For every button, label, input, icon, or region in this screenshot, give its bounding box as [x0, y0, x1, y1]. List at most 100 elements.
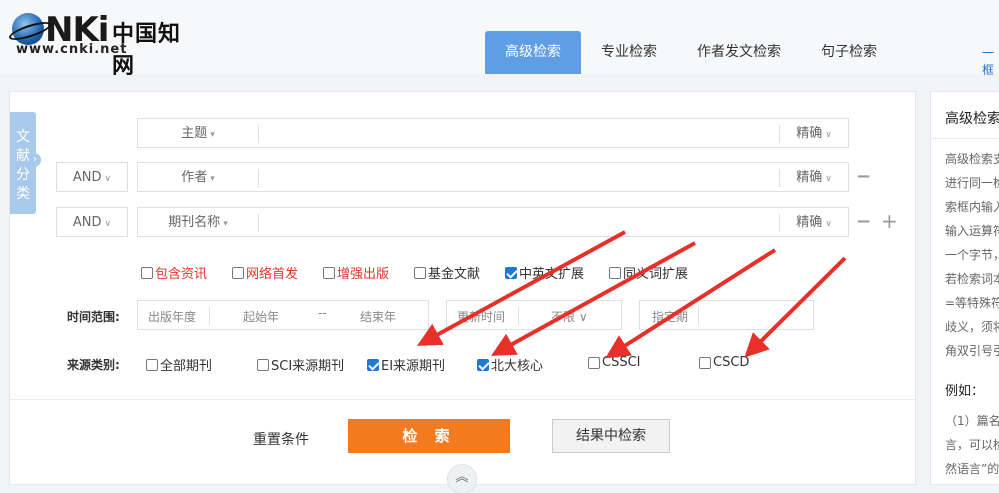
- source-label: SCI来源期刊: [271, 359, 345, 374]
- match-select-1[interactable]: 精确 ∨: [780, 119, 848, 149]
- caret-down-icon: ▾: [223, 219, 228, 229]
- advanced-search-panel: 文 献 分 类 › 主题 ▾ 精确 ∨ AND ∨ 作者 ▾ 精确 ∨ − AND ∨ 期刊…: [9, 91, 916, 493]
- help-line: 输入运算符: [945, 224, 999, 238]
- update-time-value: 不限: [551, 310, 576, 324]
- side-tab-char: 类: [16, 186, 30, 202]
- chevron-down-icon: ∨: [104, 174, 112, 184]
- checkbox-icon[interactable]: [588, 356, 600, 369]
- specified-period-input[interactable]: 指定期: [652, 308, 688, 325]
- literature-category-tab[interactable]: 文 献 分 类 ›: [10, 112, 41, 214]
- remove-row-2-icon[interactable]: −: [856, 166, 871, 187]
- checkbox-checked-icon[interactable]: [505, 266, 517, 279]
- checkbox-icon[interactable]: [257, 358, 269, 371]
- bool-label: AND: [72, 170, 102, 185]
- keyword-input-1[interactable]: [259, 119, 779, 149]
- match-label: 精确: [796, 126, 823, 141]
- source-all-journals[interactable]: 全部期刊: [146, 355, 212, 374]
- bool-select-2[interactable]: AND ∨: [56, 162, 128, 192]
- source-pku-core[interactable]: 北大核心: [477, 355, 543, 374]
- source-sci[interactable]: SCI来源期刊: [257, 355, 344, 374]
- time-range-box: 出版年度 起始年 -- 结束年: [137, 300, 429, 330]
- option-include-news[interactable]: 包含资讯: [141, 263, 207, 282]
- match-select-3[interactable]: 精确 ∨: [780, 208, 848, 238]
- help-title: 高级检索: [945, 111, 999, 127]
- option-fund-literature[interactable]: 基金文献: [414, 263, 480, 282]
- tab-advanced-search[interactable]: 高级检索: [485, 31, 581, 74]
- logo-url: www.cnki.net: [16, 42, 128, 57]
- collapse-up-icon[interactable]: ︽: [447, 464, 477, 493]
- checkbox-icon[interactable]: [699, 356, 711, 369]
- source-label: EI来源期刊: [381, 359, 446, 374]
- divider: [698, 307, 699, 325]
- side-tab-char: 分: [16, 167, 30, 183]
- checkbox-icon[interactable]: [232, 266, 244, 279]
- remove-row-3-icon[interactable]: −: [856, 211, 871, 232]
- pub-year-select[interactable]: 出版年度: [148, 308, 196, 325]
- update-time-select[interactable]: 不限 ∨: [551, 308, 588, 325]
- search-row-2: 作者 ▾ 精确 ∨: [137, 162, 849, 192]
- chevron-down-icon: ∨: [825, 130, 832, 140]
- field-label: 期刊名称: [168, 215, 221, 230]
- side-tab-char: 文: [16, 129, 30, 145]
- help-divider: [931, 138, 999, 139]
- checkbox-icon[interactable]: [146, 358, 158, 371]
- tab-author-search[interactable]: 作者发文检索: [677, 31, 801, 74]
- update-time-label: 更新时间: [457, 310, 506, 324]
- option-label: 增强出版: [337, 267, 390, 282]
- search-button[interactable]: 检 索: [348, 419, 510, 453]
- tab-single-box[interactable]: 一框: [982, 44, 999, 78]
- match-select-2[interactable]: 精确 ∨: [780, 163, 848, 193]
- bool-select-3[interactable]: AND ∨: [56, 207, 128, 237]
- source-category-label: 来源类别:: [67, 358, 120, 372]
- source-cssci[interactable]: CSSCI: [588, 355, 641, 370]
- help-line: 歧义，须将: [945, 320, 999, 334]
- cnki-logo[interactable]: NKi 中国知网 www.cnki.net: [12, 10, 197, 79]
- help-line: 角双引号引: [945, 344, 999, 358]
- help-panel: 高级检索 高级检索支 进行同一检 索框内输入 输入运算符 一个字节， 若检索词本…: [930, 91, 999, 485]
- help-example-title: 例如：: [945, 384, 985, 399]
- search-tabs: 高级检索 专业检索 作者发文检索 句子检索: [485, 31, 897, 74]
- specified-period-box: 指定期: [639, 300, 814, 330]
- source-label: CSSCI: [602, 355, 641, 370]
- field-select-1[interactable]: 主题 ▾: [138, 119, 258, 149]
- option-synonym-expand[interactable]: 同义词扩展: [609, 263, 688, 282]
- help-line: 然语言”的: [945, 462, 999, 476]
- help-line: =等特殊符: [945, 296, 999, 310]
- reset-button[interactable]: 重置条件: [253, 429, 309, 449]
- option-label: 同义词扩展: [623, 267, 689, 282]
- source-cscd[interactable]: CSCD: [699, 355, 749, 370]
- checkbox-icon[interactable]: [141, 266, 153, 279]
- keyword-input-2[interactable]: [259, 163, 779, 193]
- help-line: （1）篇名: [945, 414, 999, 428]
- add-row-icon[interactable]: +: [881, 209, 898, 233]
- field-label: 主题: [181, 126, 208, 141]
- help-line: 一个字节，: [945, 248, 999, 262]
- tab-professional-search[interactable]: 专业检索: [581, 31, 677, 74]
- option-cn-en-expand[interactable]: 中英文扩展: [505, 263, 584, 282]
- match-label: 精确: [796, 170, 823, 185]
- option-enhanced-publish[interactable]: 增强出版: [323, 263, 389, 282]
- checkbox-icon[interactable]: [323, 266, 335, 279]
- checkbox-checked-icon[interactable]: [477, 358, 489, 371]
- end-year-input[interactable]: 结束年: [360, 308, 396, 325]
- checkbox-icon[interactable]: [414, 266, 426, 279]
- chevron-down-icon: ∨: [104, 219, 112, 229]
- update-time-box: 更新时间 不限 ∨: [446, 300, 622, 330]
- bool-label: AND: [72, 215, 102, 230]
- field-select-2[interactable]: 作者 ▾: [138, 163, 258, 193]
- start-year-input[interactable]: 起始年: [243, 308, 279, 325]
- search-within-results-button[interactable]: 结果中检索: [552, 419, 670, 453]
- chevron-right-icon: ›: [29, 153, 41, 167]
- source-ei[interactable]: EI来源期刊: [367, 355, 445, 374]
- source-label: CSCD: [713, 355, 750, 370]
- globe-icon: [12, 13, 44, 45]
- option-online-first[interactable]: 网络首发: [232, 263, 298, 282]
- field-select-3[interactable]: 期刊名称 ▾: [138, 208, 258, 238]
- caret-down-icon: ▾: [210, 130, 215, 140]
- checkbox-checked-icon[interactable]: [367, 358, 379, 371]
- tab-sentence-search[interactable]: 句子检索: [801, 31, 897, 74]
- keyword-input-3[interactable]: [259, 208, 779, 238]
- checkbox-icon[interactable]: [609, 266, 621, 279]
- help-line: 若检索词本: [945, 272, 999, 286]
- source-label: 全部期刊: [160, 359, 213, 374]
